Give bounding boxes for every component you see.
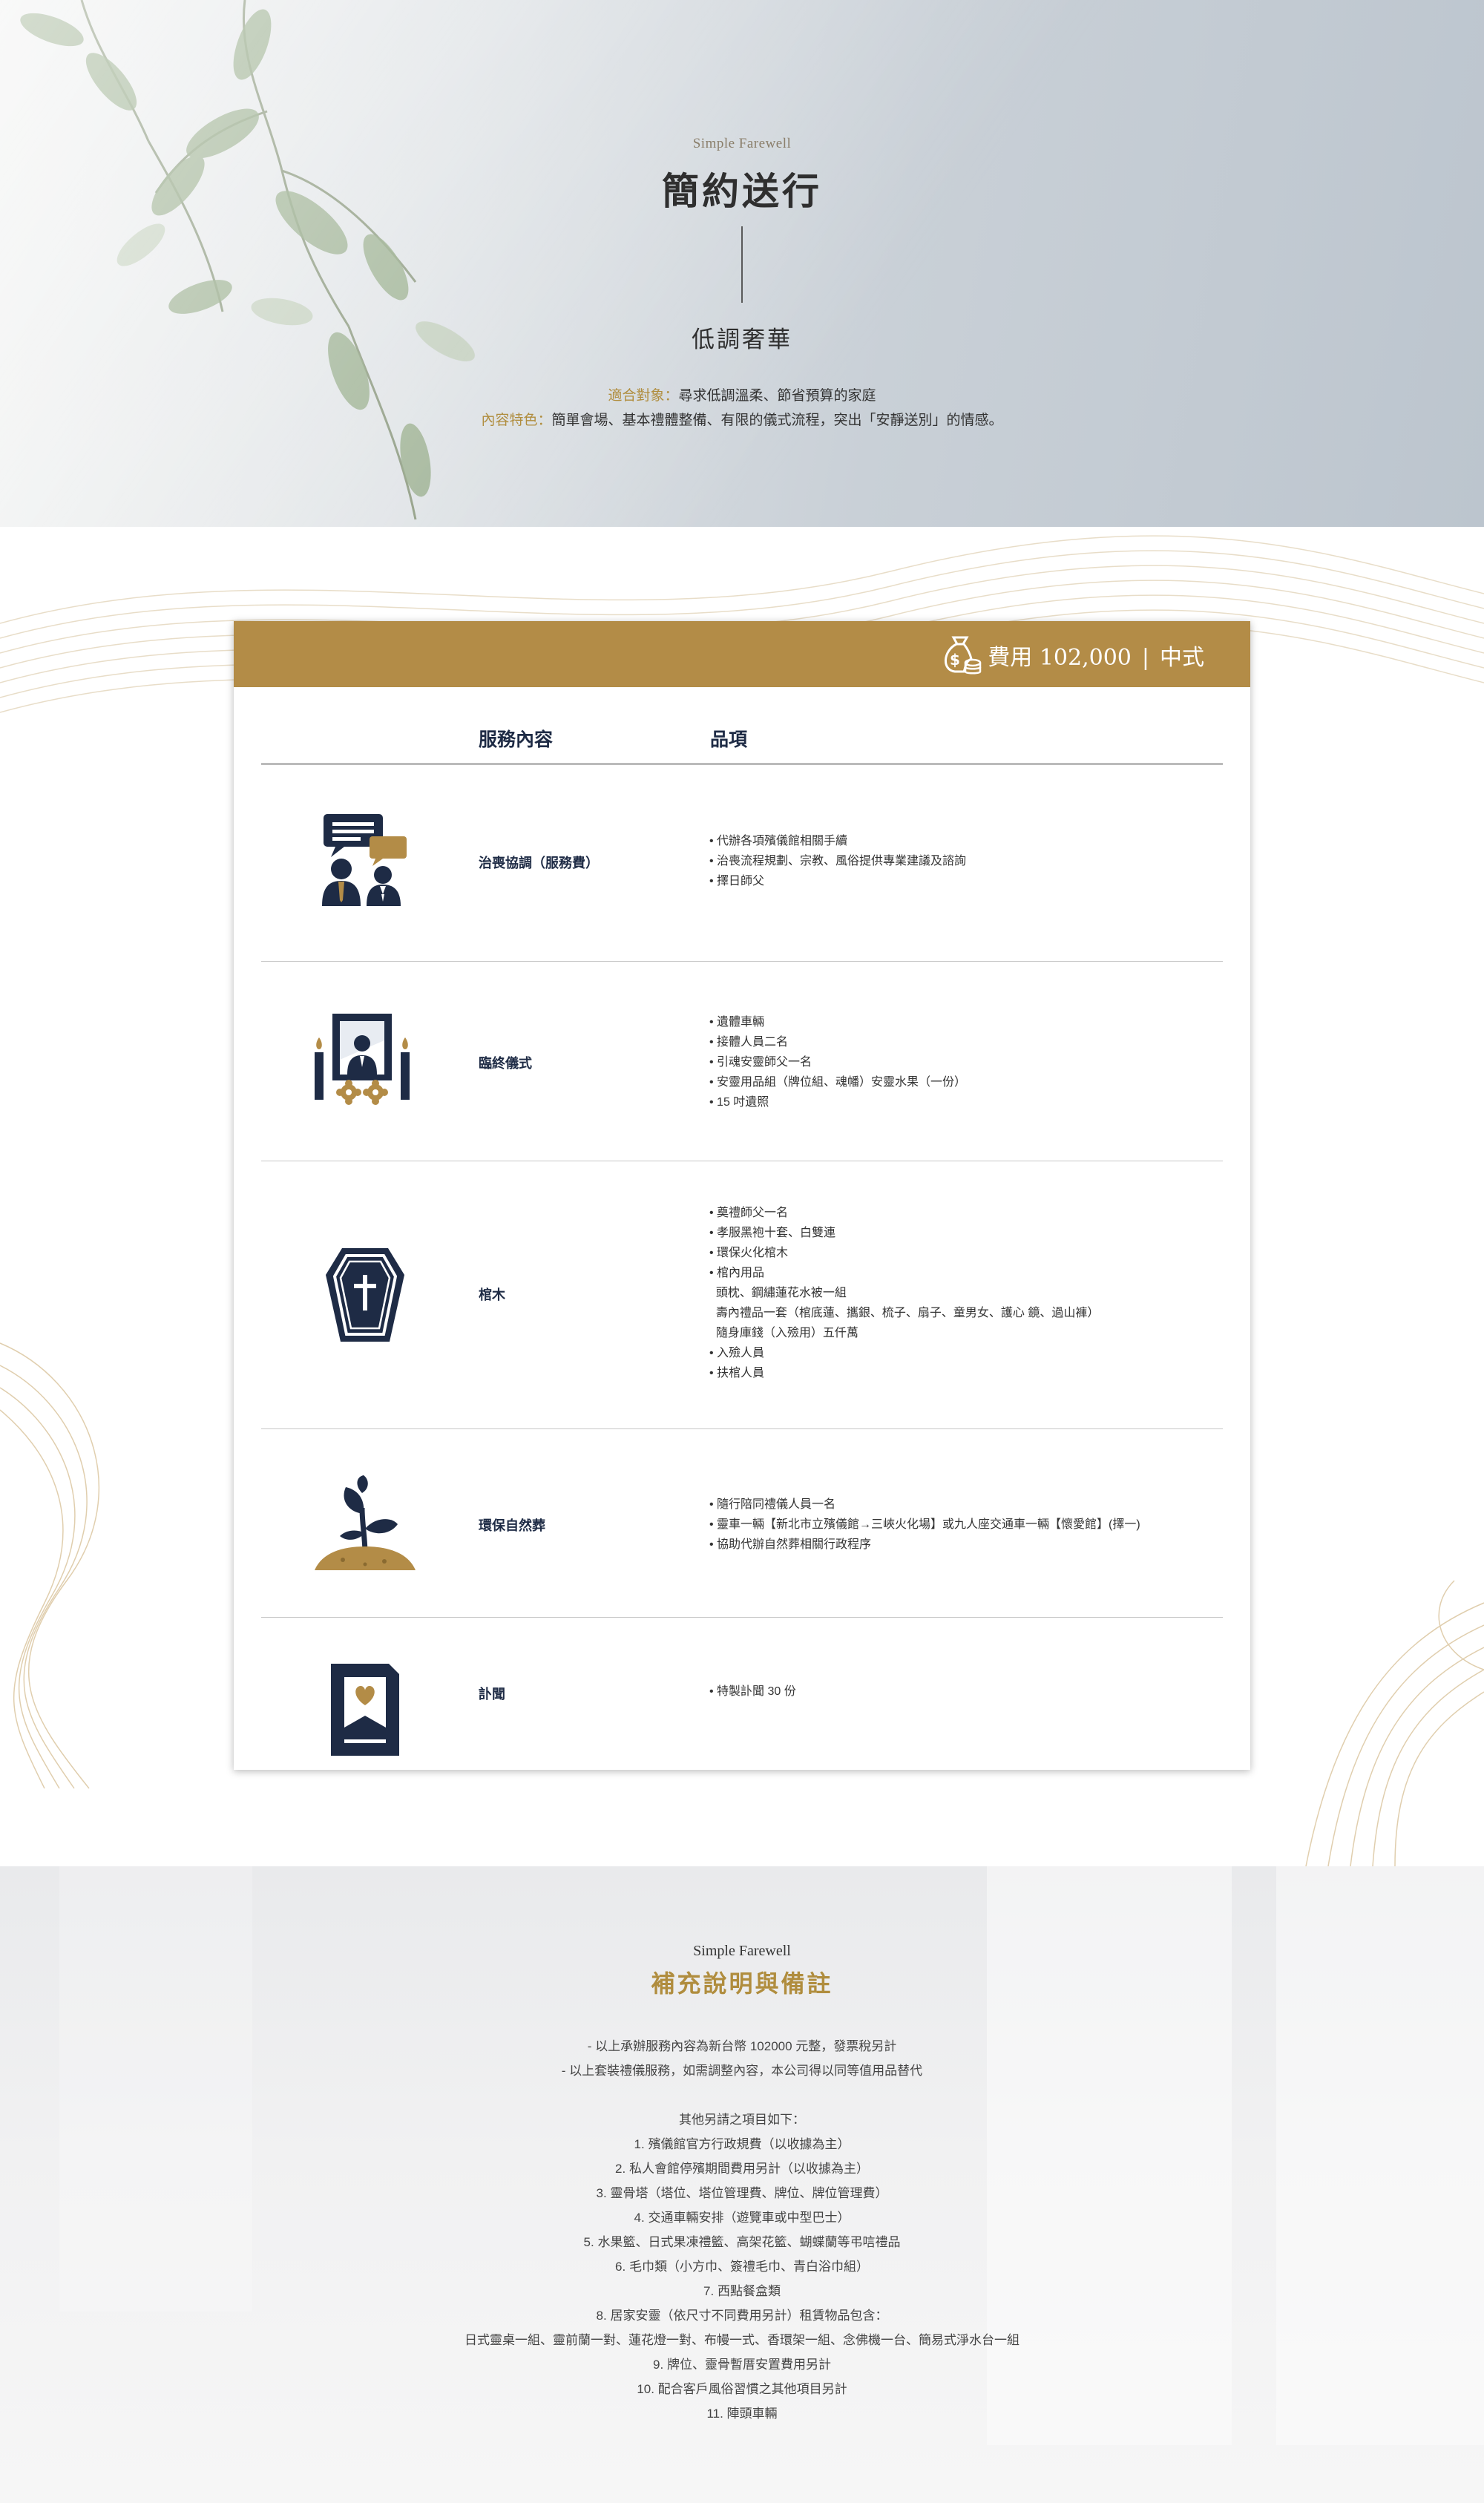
service-items: • 代辦各項殯儀館相關手續 • 治喪流程規劃、宗教、風俗提供專業建議及諮詢 • … (709, 831, 966, 891)
note-line: - 以上承辦服務內容為新台幣 102000 元整，發票稅另計 (587, 2039, 897, 2053)
note-line: 9. 牌位、靈骨暫厝安置費用另計 (653, 2358, 831, 2372)
page-title: 簡約送行 (662, 169, 822, 213)
coffin-icon (326, 1248, 404, 1342)
price-label: 費用 102,000 | 中式 (988, 639, 1204, 672)
service-items: • 奠禮師父一名 • 孝服黑袍十套、白雙連 • 環保火化棺木 • 棺內用品 頭枕… (709, 1203, 1099, 1383)
list-item: • 奠禮師父一名 (709, 1207, 789, 1219)
note-line: - 以上套裝禮儀服務，如需調整內容，本公司得以同等值用品替代 (561, 2064, 923, 2078)
note-line: 其他另請之項目如下： (679, 2113, 805, 2127)
hero-subtitle: Simple Farewell (692, 136, 792, 151)
list-item: • 遺體車輛 (709, 1016, 765, 1029)
table-row: 環保自然葬 • 隨行陪同禮儀人員一名 • 靈車一輛【新北市立殯儀館→三峽火化場】… (261, 1429, 1223, 1618)
list-item: • 棺內用品 (709, 1267, 765, 1279)
list-item: • 環保火化棺木 (709, 1247, 789, 1259)
note-line: 1. 殯儀館官方行政規費（以收據為主） (634, 2137, 850, 2151)
notes-list: - 以上承辦服務內容為新台幣 102000 元整，發票稅另計 - 以上套裝禮儀服… (0, 2034, 1484, 2426)
memorial-altar-icon (315, 1014, 410, 1105)
svg-text:$: $ (950, 651, 960, 669)
list-item: • 特製訃聞 30 份 (709, 1685, 796, 1698)
content-text: 簡單會場、基本禮體整備、有限的儀式流程，突出「安靜送別」的情感。 (551, 412, 1003, 428)
service-name: 環保自然葬 (479, 1518, 545, 1533)
price-style: 中式 (1160, 645, 1204, 671)
service-items: • 特製訃聞 30 份 (709, 1682, 796, 1702)
note-line: 日式靈桌一組、靈前蘭一對、蓮花燈一對、布幔一式、香環架一組、念佛機一台、簡易式淨… (464, 2333, 1020, 2347)
price-separator: | (1141, 645, 1149, 671)
table-row: 治喪協調（服務費） • 代辦各項殯儀館相關手續 • 治喪流程規劃、宗教、風俗提供… (261, 765, 1223, 962)
note-line: 11. 陣頭車輛 (706, 2407, 778, 2421)
table-row: 臨終儀式 • 遺體車輛 • 接體人員二名 • 引魂安靈師父一名 • 安靈用品組（… (261, 962, 1223, 1161)
list-item: 壽內禮品一套（棺底蓮、攜銀、梳子、扇子、童男女、護心 鏡、過山褲） (709, 1307, 1100, 1319)
list-item: • 孝服黑袍十套、白雙連 (709, 1227, 836, 1239)
service-items: • 遺體車輛 • 接體人員二名 • 引魂安靈師父一名 • 安靈用品組（牌位組、魂… (709, 1012, 966, 1112)
note-line (0, 2083, 1484, 2107)
note-line: 4. 交通車輛安排（遊覽車或中型巴士） (634, 2211, 850, 2225)
hero-banner: Simple Farewell 簡約送行 低調奢華 適合對象：尋求低調溫柔、節省… (0, 0, 1484, 527)
list-item: • 引魂安靈師父一名 (709, 1056, 812, 1069)
table-row: 訃聞 • 特製訃聞 30 份 (261, 1618, 1223, 1770)
suitable-label: 適合對象： (608, 387, 679, 404)
column-header-service: 服務內容 (479, 729, 554, 750)
list-item: • 擇日師父 (709, 875, 765, 888)
service-name: 訃聞 (479, 1687, 505, 1702)
list-item: • 入殮人員 (709, 1347, 765, 1359)
list-item: • 扶棺人員 (709, 1367, 765, 1380)
notes-section: Simple Farewell 補充說明與備註 - 以上承辦服務內容為新台幣 1… (0, 1866, 1484, 2503)
notes-title: 補充說明與備註 (651, 1969, 833, 1998)
service-card: $ 費用 102,000 | 中式 服務內容 品項 治喪協調（服務費） • 代辦… (234, 621, 1250, 1770)
service-name: 棺木 (479, 1287, 505, 1302)
list-item: • 接體人員二名 (709, 1036, 789, 1049)
suitable-text: 尋求低調溫柔、節省預算的家庭 (678, 387, 876, 404)
consultation-icon (322, 814, 407, 906)
list-item: • 安靈用品組（牌位組、魂幡）安靈水果（一份） (709, 1076, 967, 1089)
service-name: 治喪協調（服務費） (479, 856, 599, 870)
column-header-items: 品項 (710, 729, 748, 750)
service-items: • 隨行陪同禮儀人員一名 • 靈車一輛【新北市立殯儀館→三峽火化場】或九人座交通… (709, 1495, 1140, 1555)
title-divider (741, 226, 743, 303)
price-amount: 費用 102,000 (988, 645, 1132, 671)
note-line: 2. 私人會館停殯期間費用另計（以收據為主） (615, 2162, 869, 2176)
suitable-audience: 適合對象：尋求低調溫柔、節省預算的家庭 (0, 384, 1484, 404)
content-features: 內容特色：簡單會場、基本禮體整備、有限的儀式流程，突出「安靜送別」的情感。 (0, 409, 1484, 429)
obituary-card-icon (331, 1664, 399, 1756)
note-line: 3. 靈骨塔（塔位、塔位管理費、牌位、牌位管理費） (596, 2186, 888, 2200)
note-line: 8. 居家安靈（依尺寸不同費用另計）租賃物品包含： (596, 2309, 888, 2323)
list-item: • 15 吋遺照 (709, 1096, 769, 1109)
content-label: 內容特色： (481, 412, 552, 428)
sprout-icon (315, 1475, 416, 1570)
list-item: • 治喪流程規劃、宗教、風俗提供專業建議及諮詢 (709, 855, 967, 867)
card-header: $ 費用 102,000 | 中式 (234, 621, 1250, 687)
list-item: • 代辦各項殯儀館相關手續 (709, 835, 848, 847)
list-item: 隨身庫錢（入殮用）五仟萬 (709, 1327, 858, 1339)
note-line: 10. 配合客戶風俗習慣之其他項目另計 (637, 2382, 847, 2396)
table-row: 棺木 • 奠禮師父一名 • 孝服黑袍十套、白雙連 • 環保火化棺木 • 棺內用品… (261, 1161, 1223, 1429)
service-name: 臨終儀式 (479, 1056, 532, 1071)
hero-tagline: 低調奢華 (692, 327, 792, 353)
money-bag-icon: $ (945, 636, 982, 675)
note-line: 6. 毛巾類（小方巾、簽禮毛巾、青白浴巾組） (615, 2260, 869, 2274)
list-item: • 靈車一輛【新北市立殯儀館→三峽火化場】或九人座交通車一輛【懷愛館】(擇一) (709, 1518, 1140, 1531)
list-item: 頭枕、鋼繡蓮花水被一組 (709, 1287, 847, 1299)
note-line: 5. 水果籃、日式果凍禮籃、高架花籃、蝴蝶蘭等弔唁禮品 (583, 2235, 901, 2249)
notes-subtitle: Simple Farewell (693, 1943, 791, 1959)
list-item: • 協助代辦自然葬相關行政程序 (709, 1538, 872, 1551)
note-line: 7. 西點餐盒類 (703, 2284, 781, 2298)
list-item: • 隨行陪同禮儀人員一名 (709, 1498, 836, 1511)
